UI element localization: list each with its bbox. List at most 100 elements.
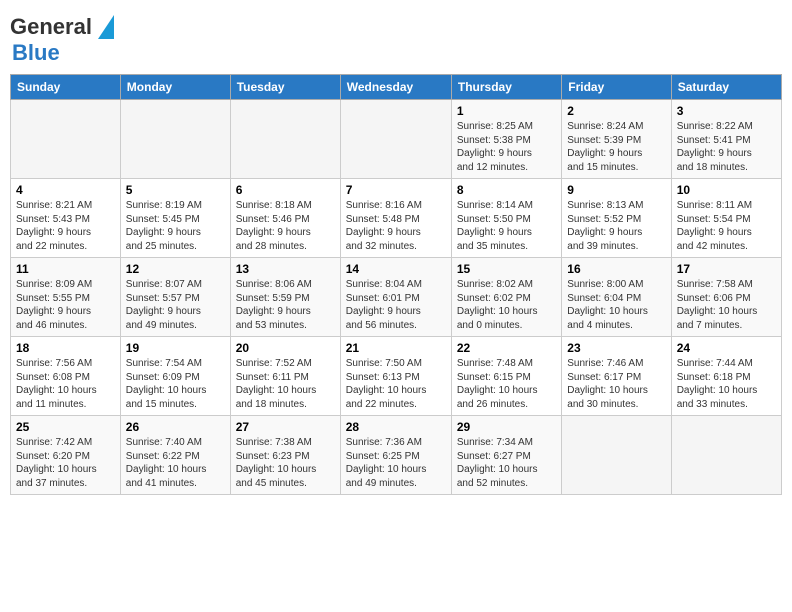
column-header-saturday: Saturday	[671, 75, 781, 100]
day-number: 6	[236, 183, 335, 197]
day-info: Sunrise: 8:11 AM Sunset: 5:54 PM Dayligh…	[677, 199, 776, 253]
day-number: 29	[457, 420, 556, 434]
calendar-cell: 2 Sunrise: 8:24 AM Sunset: 5:39 PM Daylig…	[562, 100, 671, 179]
day-info: Sunrise: 8:24 AM Sunset: 5:39 PM Dayligh…	[567, 120, 665, 174]
day-info: Sunrise: 7:46 AM Sunset: 6:17 PM Dayligh…	[567, 357, 665, 411]
day-info: Sunrise: 8:19 AM Sunset: 5:45 PM Dayligh…	[126, 199, 225, 253]
day-info: Sunrise: 8:18 AM Sunset: 5:46 PM Dayligh…	[236, 199, 335, 253]
calendar-cell: 15 Sunrise: 8:02 AM Sunset: 6:02 PM Dayli…	[451, 258, 561, 337]
day-info: Sunrise: 7:58 AM Sunset: 6:06 PM Dayligh…	[677, 278, 776, 332]
day-number: 8	[457, 183, 556, 197]
day-info: Sunrise: 7:48 AM Sunset: 6:15 PM Dayligh…	[457, 357, 556, 411]
calendar-cell	[340, 100, 451, 179]
calendar-cell	[230, 100, 340, 179]
day-number: 12	[126, 262, 225, 276]
calendar-cell: 17 Sunrise: 7:58 AM Sunset: 6:06 PM Dayli…	[671, 258, 781, 337]
calendar-cell: 11 Sunrise: 8:09 AM Sunset: 5:55 PM Dayli…	[11, 258, 121, 337]
calendar-cell: 5 Sunrise: 8:19 AM Sunset: 5:45 PM Daylig…	[120, 179, 230, 258]
calendar-cell: 10 Sunrise: 8:11 AM Sunset: 5:54 PM Dayli…	[671, 179, 781, 258]
day-info: Sunrise: 8:09 AM Sunset: 5:55 PM Dayligh…	[16, 278, 115, 332]
column-header-sunday: Sunday	[11, 75, 121, 100]
calendar-cell: 21 Sunrise: 7:50 AM Sunset: 6:13 PM Dayli…	[340, 337, 451, 416]
calendar-cell: 14Sunrise: 8:04 AM Sunset: 6:01 PM Dayli…	[340, 258, 451, 337]
calendar-header-row: SundayMondayTuesdayWednesdayThursdayFrid…	[11, 75, 782, 100]
calendar-cell: 29 Sunrise: 7:34 AM Sunset: 6:27 PM Dayli…	[451, 416, 561, 495]
day-info: Sunrise: 7:56 AM Sunset: 6:08 PM Dayligh…	[16, 357, 115, 411]
calendar-cell: 20 Sunrise: 7:52 AM Sunset: 6:11 PM Dayli…	[230, 337, 340, 416]
day-info: Sunrise: 7:52 AM Sunset: 6:11 PM Dayligh…	[236, 357, 335, 411]
logo-icon	[94, 15, 114, 39]
day-number: 7	[346, 183, 446, 197]
day-info: Sunrise: 8:16 AM Sunset: 5:48 PM Dayligh…	[346, 199, 446, 253]
day-number: 16	[567, 262, 665, 276]
day-number: 3	[677, 104, 776, 118]
day-number: 15	[457, 262, 556, 276]
calendar-cell	[120, 100, 230, 179]
day-number: 27	[236, 420, 335, 434]
calendar-cell: 22 Sunrise: 7:48 AM Sunset: 6:15 PM Dayli…	[451, 337, 561, 416]
calendar-cell	[671, 416, 781, 495]
day-info: Sunrise: 7:50 AM Sunset: 6:13 PM Dayligh…	[346, 357, 446, 411]
day-number: 20	[236, 341, 335, 355]
day-info: Sunrise: 7:34 AM Sunset: 6:27 PM Dayligh…	[457, 436, 556, 490]
calendar-cell: 28 Sunrise: 7:36 AM Sunset: 6:25 PM Dayli…	[340, 416, 451, 495]
day-number: 28	[346, 420, 446, 434]
calendar-week-row: 11 Sunrise: 8:09 AM Sunset: 5:55 PM Dayli…	[11, 258, 782, 337]
day-number: 24	[677, 341, 776, 355]
column-header-thursday: Thursday	[451, 75, 561, 100]
calendar-cell: 19 Sunrise: 7:54 AM Sunset: 6:09 PM Dayli…	[120, 337, 230, 416]
calendar-cell: 8 Sunrise: 8:14 AM Sunset: 5:50 PM Daylig…	[451, 179, 561, 258]
calendar-cell: 23Sunrise: 7:46 AM Sunset: 6:17 PM Dayli…	[562, 337, 671, 416]
day-info: Sunrise: 8:14 AM Sunset: 5:50 PM Dayligh…	[457, 199, 556, 253]
day-number: 13	[236, 262, 335, 276]
day-info: Sunrise: 7:40 AM Sunset: 6:22 PM Dayligh…	[126, 436, 225, 490]
calendar-cell: 3 Sunrise: 8:22 AM Sunset: 5:41 PM Daylig…	[671, 100, 781, 179]
column-header-wednesday: Wednesday	[340, 75, 451, 100]
calendar-week-row: 18 Sunrise: 7:56 AM Sunset: 6:08 PM Dayli…	[11, 337, 782, 416]
calendar-cell: 6 Sunrise: 8:18 AM Sunset: 5:46 PM Daylig…	[230, 179, 340, 258]
day-number: 11	[16, 262, 115, 276]
day-info: Sunrise: 7:54 AM Sunset: 6:09 PM Dayligh…	[126, 357, 225, 411]
day-number: 25	[16, 420, 115, 434]
day-info: Sunrise: 8:06 AM Sunset: 5:59 PM Dayligh…	[236, 278, 335, 332]
column-header-tuesday: Tuesday	[230, 75, 340, 100]
page-header: General Blue	[10, 10, 782, 66]
day-info: Sunrise: 8:13 AM Sunset: 5:52 PM Dayligh…	[567, 199, 665, 253]
day-number: 22	[457, 341, 556, 355]
calendar-cell: 1 Sunrise: 8:25 AM Sunset: 5:38 PM Daylig…	[451, 100, 561, 179]
day-number: 26	[126, 420, 225, 434]
column-header-monday: Monday	[120, 75, 230, 100]
day-number: 10	[677, 183, 776, 197]
calendar-week-row: 25 Sunrise: 7:42 AM Sunset: 6:20 PM Dayli…	[11, 416, 782, 495]
day-info: Sunrise: 7:36 AM Sunset: 6:25 PM Dayligh…	[346, 436, 446, 490]
calendar-cell: 12 Sunrise: 8:07 AM Sunset: 5:57 PM Dayli…	[120, 258, 230, 337]
day-info: Sunrise: 8:21 AM Sunset: 5:43 PM Dayligh…	[16, 199, 115, 253]
day-info: Sunrise: 8:00 AM Sunset: 6:04 PM Dayligh…	[567, 278, 665, 332]
calendar-cell: 24 Sunrise: 7:44 AM Sunset: 6:18 PM Dayli…	[671, 337, 781, 416]
calendar-cell: 4Sunrise: 8:21 AM Sunset: 5:43 PM Daylig…	[11, 179, 121, 258]
calendar-cell: 27Sunrise: 7:38 AM Sunset: 6:23 PM Dayli…	[230, 416, 340, 495]
day-number: 9	[567, 183, 665, 197]
day-number: 14	[346, 262, 446, 276]
day-number: 18	[16, 341, 115, 355]
day-number: 2	[567, 104, 665, 118]
day-info: Sunrise: 7:44 AM Sunset: 6:18 PM Dayligh…	[677, 357, 776, 411]
day-number: 19	[126, 341, 225, 355]
logo-text: General Blue	[10, 14, 114, 66]
day-info: Sunrise: 8:22 AM Sunset: 5:41 PM Dayligh…	[677, 120, 776, 174]
calendar-cell: 16 Sunrise: 8:00 AM Sunset: 6:04 PM Dayli…	[562, 258, 671, 337]
day-info: Sunrise: 7:42 AM Sunset: 6:20 PM Dayligh…	[16, 436, 115, 490]
day-number: 5	[126, 183, 225, 197]
day-number: 21	[346, 341, 446, 355]
calendar-cell: 26 Sunrise: 7:40 AM Sunset: 6:22 PM Dayli…	[120, 416, 230, 495]
calendar-week-row: 4Sunrise: 8:21 AM Sunset: 5:43 PM Daylig…	[11, 179, 782, 258]
calendar-cell: 7 Sunrise: 8:16 AM Sunset: 5:48 PM Daylig…	[340, 179, 451, 258]
calendar-cell	[11, 100, 121, 179]
day-info: Sunrise: 8:02 AM Sunset: 6:02 PM Dayligh…	[457, 278, 556, 332]
column-header-friday: Friday	[562, 75, 671, 100]
day-number: 17	[677, 262, 776, 276]
day-number: 1	[457, 104, 556, 118]
calendar-cell: 13 Sunrise: 8:06 AM Sunset: 5:59 PM Dayli…	[230, 258, 340, 337]
day-info: Sunrise: 8:25 AM Sunset: 5:38 PM Dayligh…	[457, 120, 556, 174]
day-info: Sunrise: 8:07 AM Sunset: 5:57 PM Dayligh…	[126, 278, 225, 332]
